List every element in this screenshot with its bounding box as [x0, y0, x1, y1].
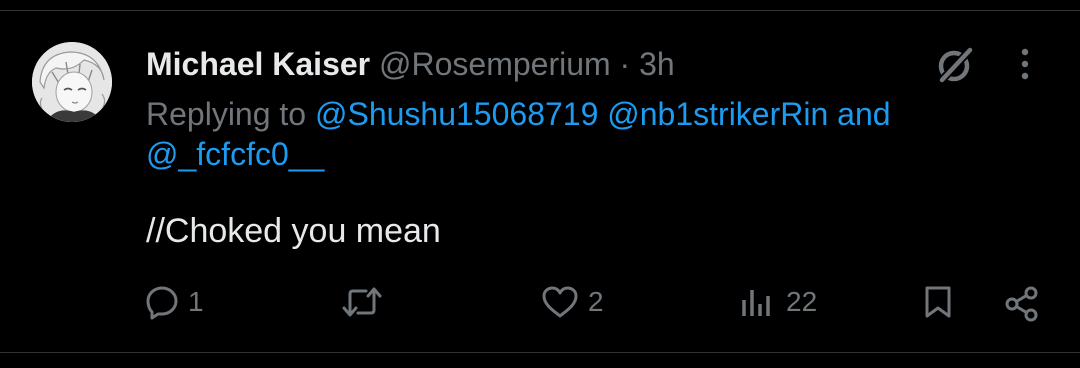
- share-icon: [1002, 284, 1042, 324]
- grok-button[interactable]: [932, 44, 976, 88]
- views-icon: [738, 284, 778, 320]
- reply-button[interactable]: 1: [144, 284, 204, 320]
- reply-count: 1: [188, 286, 204, 317]
- avatar[interactable]: [32, 42, 112, 122]
- more-options-button[interactable]: [1010, 46, 1040, 82]
- replying-to: Replying to @Shushu15068719 @nb1strikerR…: [146, 94, 1026, 174]
- reply-icon: [144, 284, 180, 320]
- mention-link[interactable]: @_fcfcfc0__: [146, 136, 324, 172]
- mention-link[interactable]: @Shushu15068719: [315, 96, 598, 132]
- heart-icon: [540, 284, 580, 320]
- tweet-header: Michael Kaiser @Rosemperium · 3h: [146, 44, 675, 84]
- like-count: 2: [588, 286, 604, 317]
- mention-link[interactable]: @nb1strikerRin: [607, 96, 828, 132]
- display-name[interactable]: Michael Kaiser: [146, 46, 370, 82]
- tweet-text: //Choked you mean: [146, 212, 441, 250]
- bottom-divider: [0, 352, 1080, 353]
- retweet-icon: [340, 284, 384, 320]
- view-count: 22: [786, 286, 818, 317]
- top-divider: [0, 10, 1080, 11]
- share-button[interactable]: [1002, 284, 1042, 324]
- more-vertical-icon: [1010, 46, 1040, 82]
- avatar-image: [32, 42, 112, 122]
- grok-icon: [932, 44, 976, 88]
- timestamp[interactable]: 3h: [639, 46, 675, 82]
- bookmark-icon: [920, 284, 956, 320]
- bookmark-button[interactable]: [920, 284, 956, 320]
- like-button[interactable]: 2: [540, 284, 604, 320]
- user-handle[interactable]: @Rosemperium: [379, 46, 611, 82]
- retweet-button[interactable]: [340, 284, 392, 320]
- mention-joiner[interactable]: and: [837, 96, 890, 132]
- header-separator: ·: [619, 46, 631, 82]
- views-button[interactable]: 22: [738, 284, 817, 320]
- replying-to-label: Replying to: [146, 96, 307, 132]
